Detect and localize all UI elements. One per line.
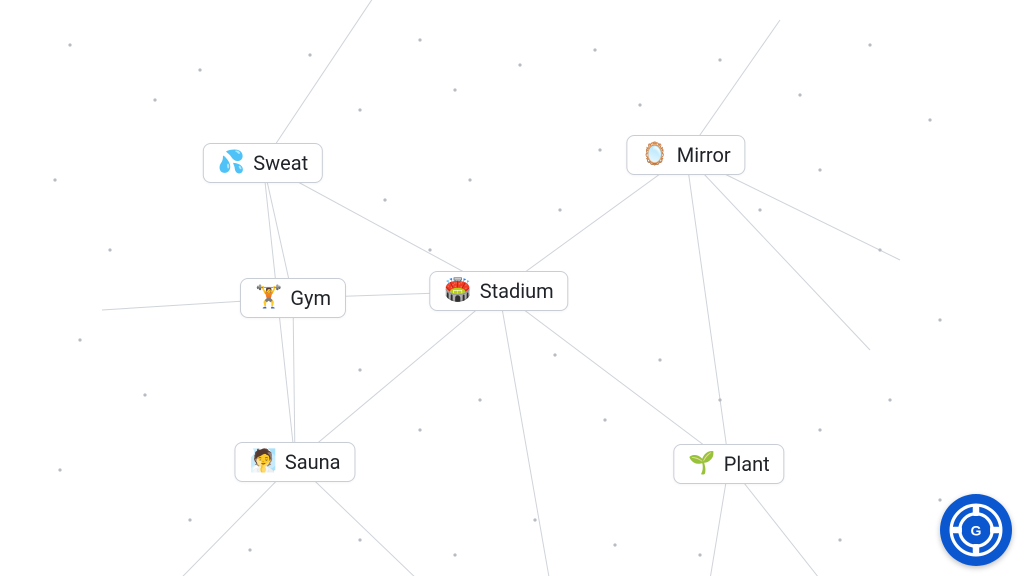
element-node-label: Sweat [253,153,308,173]
element-node-plant[interactable]: 🌱 Plant [673,444,784,484]
graph-edge [293,298,295,462]
background-dot [603,418,606,421]
background-dot [358,538,361,541]
background-dot [928,118,931,121]
background-dot [453,88,456,91]
background-dot [558,208,561,211]
element-node-label: Plant [724,454,770,474]
element-node-label: Mirror [677,145,731,165]
element-node-sauna[interactable]: 🧖 Sauna [234,442,355,482]
background-dot [198,68,201,71]
background-dot [553,353,556,356]
background-dot [838,538,841,541]
background-dot [938,498,941,501]
background-dot [698,553,701,556]
background-dot [383,198,386,201]
background-dot [358,108,361,111]
background-dot [68,43,71,46]
sauna-icon: 🧖 [249,451,276,473]
background-dot [798,93,801,96]
background-dot [78,338,81,341]
element-node-label: Stadium [480,281,554,301]
background-dot [598,148,601,151]
background-dot [658,358,661,361]
background-dot [613,543,616,546]
background-dot [248,548,251,551]
graph-edge [686,155,729,464]
stadium-icon: 🏟️ [444,280,471,302]
background-dot [818,428,821,431]
svg-text:G: G [971,522,982,538]
graph-edge [499,291,560,576]
background-dot [358,368,361,371]
background-dot [468,178,471,181]
sweat-icon: 💦 [218,152,245,174]
background-dot [418,428,421,431]
background-dot [308,53,311,56]
gym-icon: 🏋️ [255,287,282,309]
background-dot [108,248,111,251]
background-dot [428,248,431,251]
background-dot [153,98,156,101]
background-dot [638,103,641,106]
graph-edge [263,0,385,163]
background-dot [758,208,761,211]
background-dot [718,398,721,401]
background-dot [188,518,191,521]
background-dot [938,318,941,321]
background-dot [818,168,821,171]
background-dot [878,248,881,251]
background-dot [453,553,456,556]
element-node-label: Sauna [285,452,341,472]
element-node-sweat[interactable]: 💦 Sweat [203,143,323,183]
element-node-gym[interactable]: 🏋️ Gym [240,278,346,318]
background-dot [888,398,891,401]
element-node-label: Gym [290,288,331,308]
background-dot [58,468,61,471]
background-dot [518,63,521,66]
element-node-mirror[interactable]: 🪞 Mirror [626,135,745,175]
graph-edge [686,155,870,350]
background-dot [53,178,56,181]
plant-icon: 🌱 [688,453,715,475]
element-node-stadium[interactable]: 🏟️ Stadium [429,271,568,311]
background-dot [593,48,596,51]
background-dot [533,518,536,521]
background-dot [868,43,871,46]
site-watermark-logo: G [940,494,1012,566]
background-dot [478,398,481,401]
background-dot [143,393,146,396]
background-dot [418,38,421,41]
graph-edge [499,291,729,464]
mirror-icon: 🪞 [641,144,668,166]
background-dot [718,58,721,61]
